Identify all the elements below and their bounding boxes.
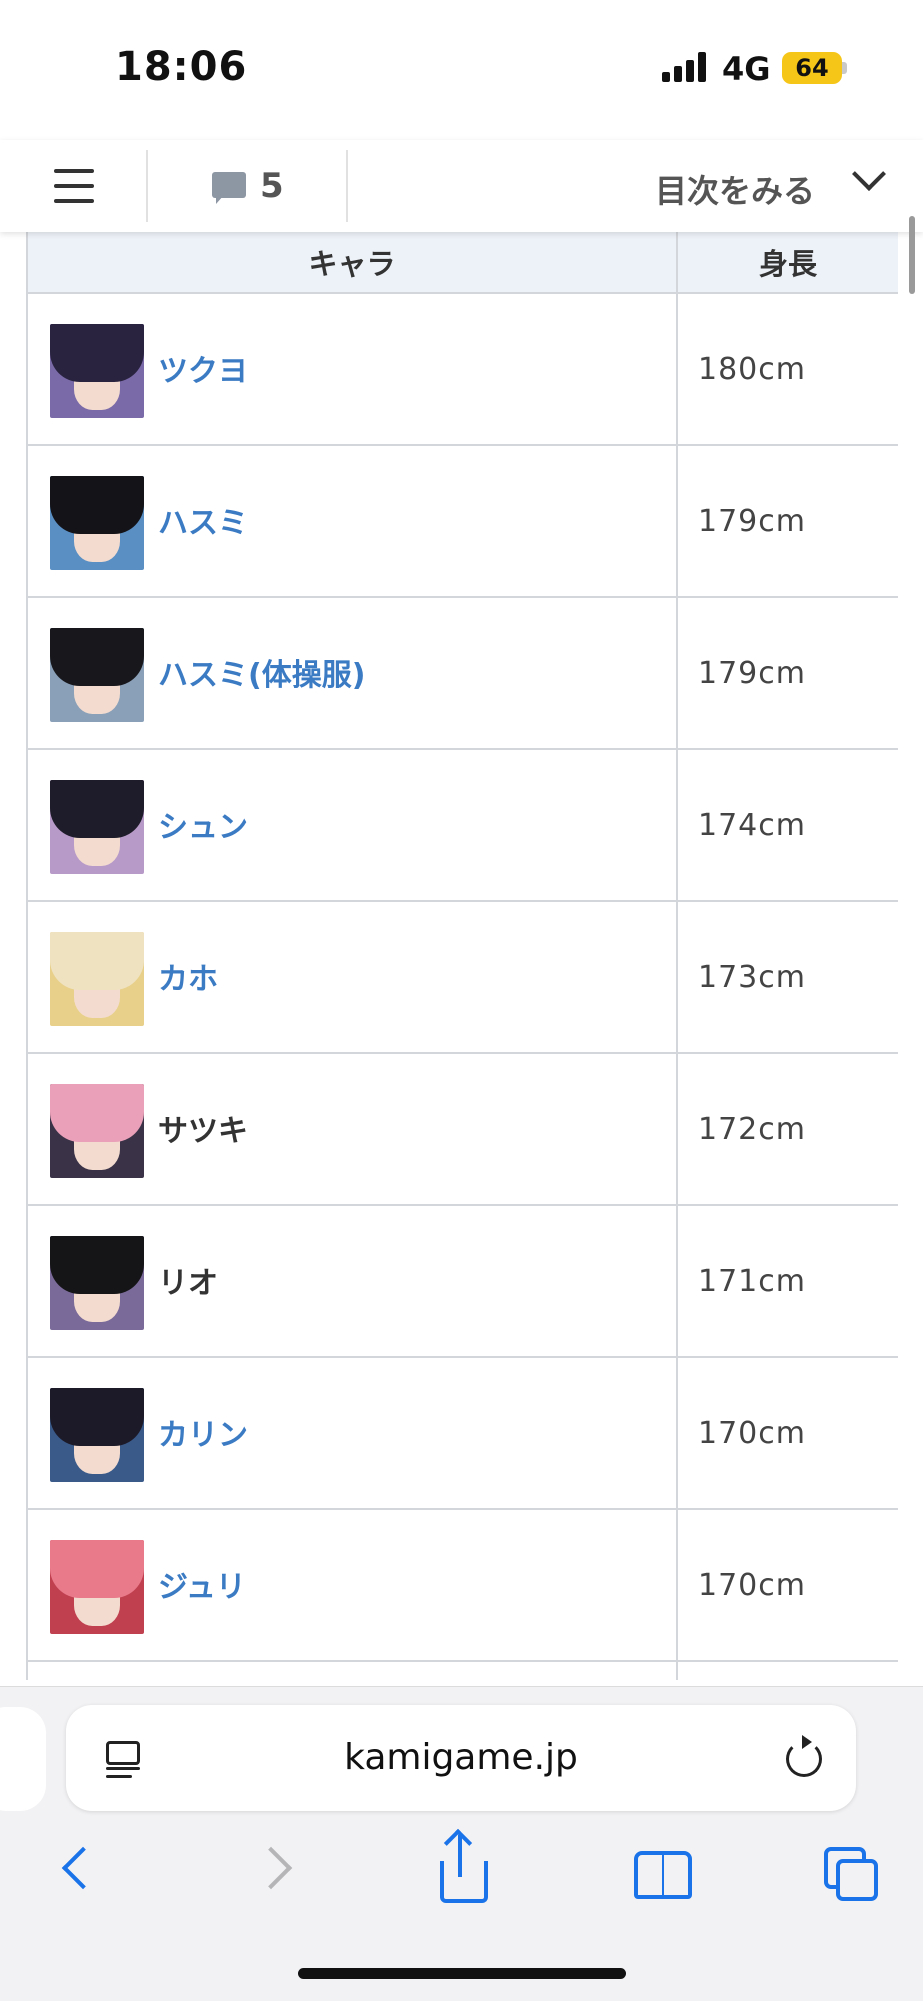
forward-chevron-icon: [249, 1846, 293, 1890]
character-cell: カリン: [26, 1356, 678, 1510]
page-scrollbar[interactable]: [909, 216, 915, 294]
character-avatar[interactable]: [50, 1388, 144, 1482]
bookmarks-button[interactable]: [610, 1827, 710, 1917]
table-row: シュン 174cm: [26, 748, 898, 902]
character-name-link[interactable]: ジュリ: [158, 1562, 246, 1606]
url-text[interactable]: kamigame.jp: [66, 1737, 856, 1778]
comment-count: 5: [260, 166, 284, 206]
character-cell: カホ: [26, 900, 678, 1054]
hamburger-menu-button[interactable]: [0, 140, 146, 232]
browser-bottom-bar: kamigame.jp: [0, 1686, 923, 2001]
comments-button[interactable]: 5: [148, 140, 346, 232]
character-name: リオ: [158, 1266, 218, 1301]
back-chevron-icon: [61, 1846, 105, 1890]
height-value: 171cm: [676, 1204, 898, 1358]
battery-level: 64: [795, 54, 829, 82]
height-value: 179cm: [676, 444, 898, 598]
toc-label: 目次をみる: [654, 172, 815, 210]
height-value: 170cm: [676, 1508, 898, 1662]
cellular-signal-icon: [662, 52, 712, 82]
table-row: ツクヨ 180cm: [26, 292, 898, 446]
character-avatar[interactable]: [50, 780, 144, 874]
character-cell: ハスミ(体操服): [26, 596, 678, 750]
chevron-down-icon: [852, 157, 886, 191]
character-cell: ジュリ: [26, 1508, 678, 1662]
battery-cap: [842, 62, 847, 74]
status-bar: 18:06 4G 64: [0, 0, 923, 140]
character-name-link[interactable]: ハスミ: [158, 498, 248, 542]
share-button[interactable]: [414, 1827, 514, 1917]
back-button[interactable]: [28, 1827, 128, 1917]
character-avatar: [50, 1084, 144, 1178]
height-value: 173cm: [676, 900, 898, 1054]
height-value: 179cm: [676, 596, 898, 750]
address-bar[interactable]: kamigame.jp: [66, 1705, 856, 1811]
table-row: サツキ 172cm: [26, 1052, 898, 1206]
table-of-contents-button[interactable]: 目次をみる: [350, 140, 923, 232]
character-avatar[interactable]: [50, 476, 144, 570]
table-row: リオ 171cm: [26, 1204, 898, 1358]
table-row: ジュリ 170cm: [26, 1508, 898, 1662]
character-cell: リオ: [26, 1204, 678, 1358]
character-avatar[interactable]: [50, 1540, 144, 1634]
character-avatar[interactable]: [50, 324, 144, 418]
previous-tab-preview[interactable]: [0, 1707, 46, 1811]
character-cell: ツクヨ: [26, 292, 678, 446]
height-value: [676, 1660, 898, 1680]
character-name-link[interactable]: ツクヨ: [158, 346, 248, 390]
character-cell: [26, 1660, 678, 1680]
height-value: 172cm: [676, 1052, 898, 1206]
character-avatar[interactable]: [50, 932, 144, 1026]
table-row: [26, 1660, 898, 1680]
character-cell: サツキ: [26, 1052, 678, 1206]
height-value: 180cm: [676, 292, 898, 446]
character-cell: シュン: [26, 748, 678, 902]
character-name-link[interactable]: カホ: [158, 954, 218, 998]
browser-toolbar: [0, 1827, 923, 1917]
table-row: ハスミ 179cm: [26, 444, 898, 598]
character-name-link[interactable]: カリン: [158, 1410, 248, 1454]
character-name: サツキ: [158, 1114, 248, 1149]
character-avatar[interactable]: [50, 628, 144, 722]
hamburger-menu-icon: [54, 169, 94, 173]
tabs-button[interactable]: [800, 1827, 900, 1917]
share-icon: [440, 1861, 488, 1903]
header-divider: [346, 150, 348, 222]
bookmarks-icon: [634, 1851, 664, 1899]
status-time: 18:06: [115, 44, 248, 90]
character-cell: ハスミ: [26, 444, 678, 598]
height-table: キャラ 身長 ツクヨ 180cm ハスミ 179cm ハスミ(体操服) 179cm シュン 1…: [26, 200, 898, 1680]
character-name-link[interactable]: シュン: [158, 802, 248, 846]
character-avatar: [50, 1236, 144, 1330]
height-value: 170cm: [676, 1356, 898, 1510]
table-row: ハスミ(体操服) 179cm: [26, 596, 898, 750]
height-table-container: キャラ 身長 ツクヨ 180cm ハスミ 179cm ハスミ(体操服) 179cm シュン 1…: [26, 200, 898, 1680]
network-type: 4G: [722, 50, 771, 88]
home-indicator[interactable]: [298, 1968, 626, 1979]
height-value: 174cm: [676, 748, 898, 902]
table-row: カホ 173cm: [26, 900, 898, 1054]
table-row: カリン 170cm: [26, 1356, 898, 1510]
character-name-link[interactable]: ハスミ(体操服): [158, 650, 365, 694]
forward-button[interactable]: [226, 1827, 326, 1917]
site-header: 5 目次をみる: [0, 140, 923, 232]
